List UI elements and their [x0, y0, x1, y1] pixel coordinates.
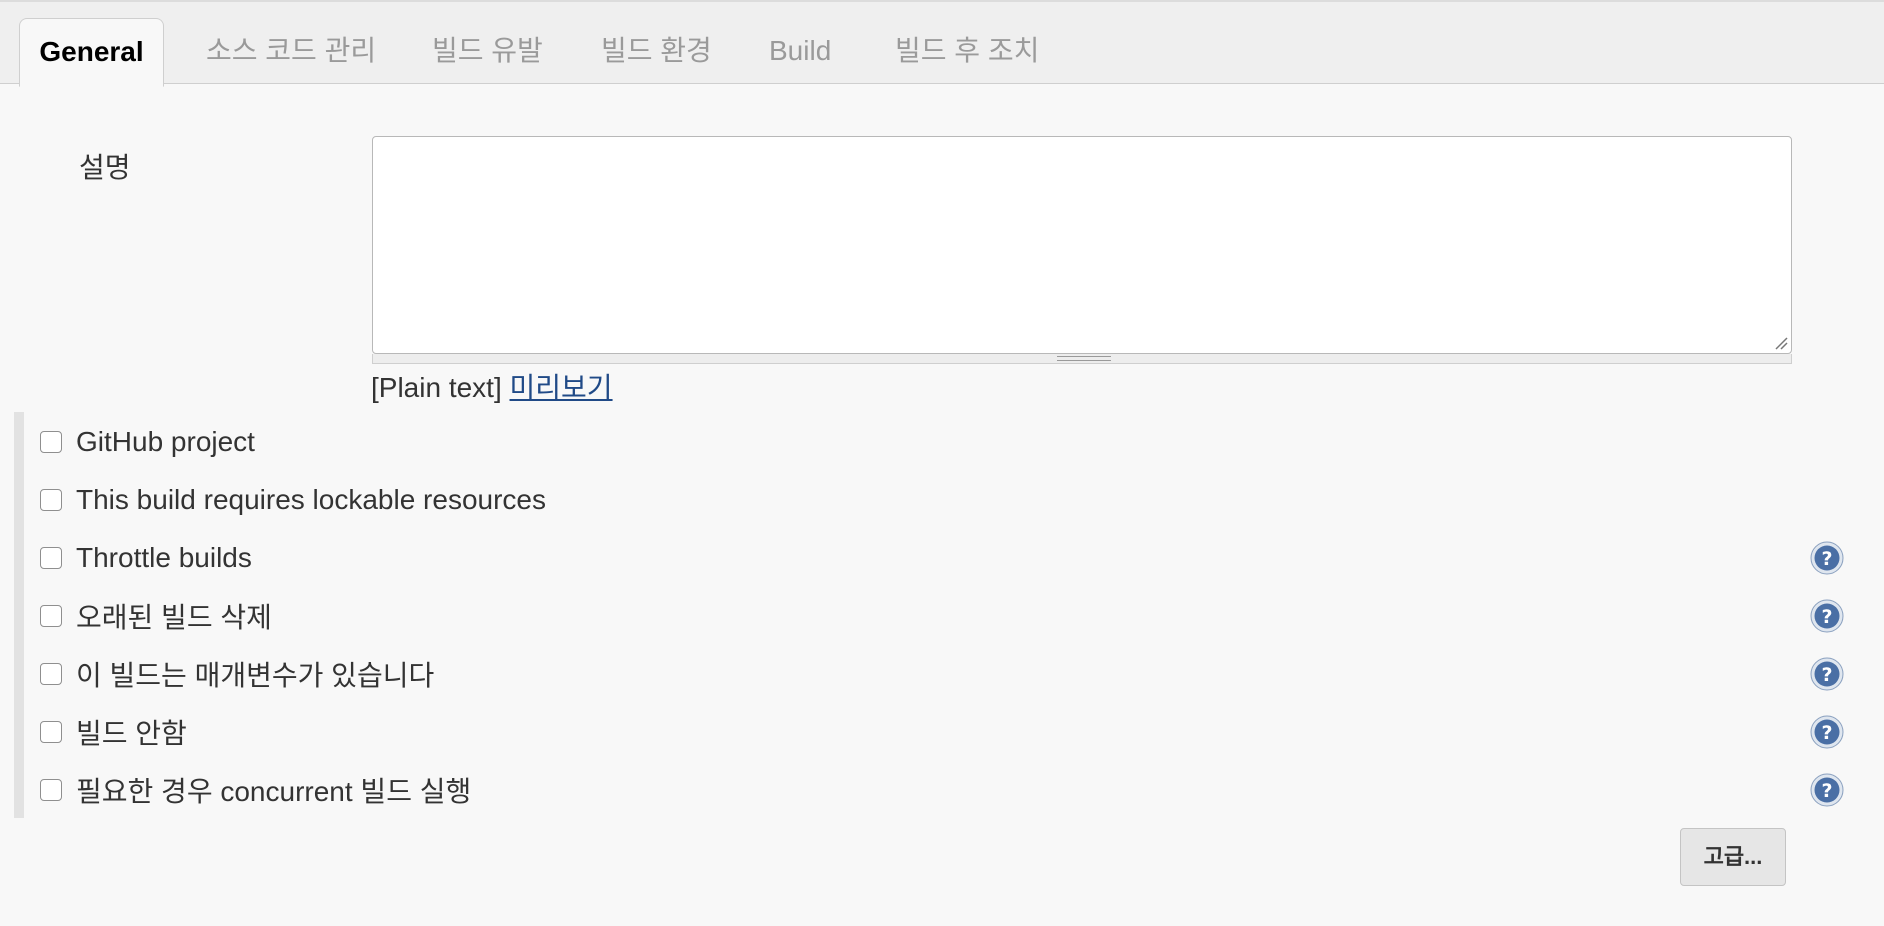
- discard-old-builds-help-icon[interactable]: ?: [1810, 599, 1844, 633]
- concurrent-builds-checkbox[interactable]: [40, 779, 62, 801]
- option-label[interactable]: GitHub project: [76, 426, 255, 458]
- option-label[interactable]: Throttle builds: [76, 542, 252, 574]
- description-field-container: [372, 136, 1792, 364]
- option-throttle-builds: Throttle builds: [40, 538, 252, 578]
- preview-link[interactable]: 미리보기: [510, 372, 613, 403]
- grip-handle-icon[interactable]: [1057, 356, 1111, 361]
- tab-source-code-management[interactable]: 소스 코드 관리: [206, 18, 376, 86]
- parameterized-checkbox[interactable]: [40, 663, 62, 685]
- option-disable-build: 빌드 안함: [40, 712, 187, 752]
- lockable-resources-checkbox[interactable]: [40, 489, 62, 511]
- svg-text:?: ?: [1821, 548, 1832, 570]
- option-parameterized: 이 빌드는 매개변수가 있습니다: [40, 654, 434, 694]
- option-lockable-resources: This build requires lockable resources: [40, 480, 546, 520]
- tab-build-triggers[interactable]: 빌드 유발: [432, 18, 543, 86]
- svg-text:?: ?: [1821, 722, 1832, 744]
- option-discard-old-builds: 오래된 빌드 삭제: [40, 596, 272, 636]
- disable-build-checkbox[interactable]: [40, 721, 62, 743]
- option-label[interactable]: 이 빌드는 매개변수가 있습니다: [76, 654, 434, 694]
- disable-build-help-icon[interactable]: ?: [1810, 715, 1844, 749]
- description-format-line: [Plain text] 미리보기: [371, 366, 613, 406]
- github-project-checkbox[interactable]: [40, 431, 62, 453]
- option-label[interactable]: 빌드 안함: [76, 712, 187, 752]
- tab-build-environment[interactable]: 빌드 환경: [601, 18, 712, 86]
- tab-general[interactable]: General: [19, 18, 164, 87]
- option-concurrent-builds: 필요한 경우 concurrent 빌드 실행: [40, 770, 471, 810]
- tab-bar: General 소스 코드 관리 빌드 유발 빌드 환경 Build 빌드 후 …: [0, 0, 1884, 87]
- option-label[interactable]: This build requires lockable resources: [76, 484, 546, 516]
- svg-text:?: ?: [1821, 606, 1832, 628]
- throttle-builds-checkbox[interactable]: [40, 547, 62, 569]
- textarea-grip-bar[interactable]: [372, 354, 1792, 364]
- resize-handle-icon[interactable]: [1774, 336, 1788, 350]
- concurrent-builds-help-icon[interactable]: ?: [1810, 773, 1844, 807]
- svg-text:?: ?: [1821, 780, 1832, 802]
- throttle-builds-help-icon[interactable]: ?: [1810, 541, 1844, 575]
- advanced-button[interactable]: 고급...: [1680, 828, 1786, 886]
- option-label[interactable]: 필요한 경우 concurrent 빌드 실행: [76, 770, 471, 810]
- description-textarea[interactable]: [372, 136, 1792, 354]
- markup-format-text: [Plain text]: [371, 372, 502, 403]
- description-label: 설명: [79, 152, 131, 183]
- tab-build[interactable]: Build: [769, 18, 831, 86]
- discard-old-builds-checkbox[interactable]: [40, 605, 62, 627]
- svg-text:?: ?: [1821, 664, 1832, 686]
- tab-post-build-actions[interactable]: 빌드 후 조치: [895, 18, 1039, 86]
- option-label[interactable]: 오래된 빌드 삭제: [76, 596, 272, 636]
- options-section-bar: [14, 412, 24, 818]
- parameterized-help-icon[interactable]: ?: [1810, 657, 1844, 691]
- option-github-project: GitHub project: [40, 422, 255, 462]
